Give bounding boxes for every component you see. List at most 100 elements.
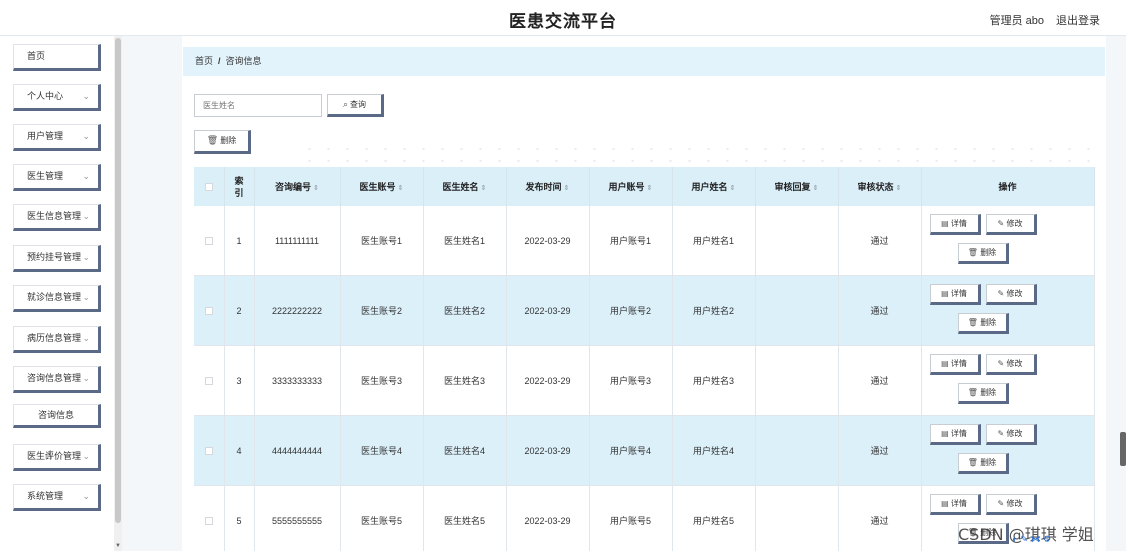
delete-button-label: 删除 xyxy=(980,248,997,257)
logout-link[interactable]: 退出登录 xyxy=(1056,12,1100,28)
document-icon: ▤ xyxy=(941,359,951,368)
column-header-1[interactable]: 咨询编号 ⇕ xyxy=(254,167,341,206)
delete-button[interactable]: 🗑 删除 xyxy=(957,243,1009,264)
row-checkbox[interactable] xyxy=(204,447,213,456)
sort-icon[interactable]: ⇕ xyxy=(730,185,736,192)
cell-reply xyxy=(755,206,839,276)
edit-button[interactable]: ✎ 修改 xyxy=(985,354,1037,375)
column-header-5[interactable]: 用户账号 ⇕ xyxy=(589,167,673,206)
chevron-down-icon: ⌄ xyxy=(82,211,90,221)
cell-status: 通过 xyxy=(838,415,922,486)
sidebar-item-3[interactable]: 医生管理 ⌄ xyxy=(13,164,101,191)
row-checkbox[interactable] xyxy=(204,307,213,316)
cell-user-name: 用户姓名3 xyxy=(672,345,756,416)
sort-icon[interactable]: ⇕ xyxy=(896,185,902,192)
column-header-7[interactable]: 审核回复 ⇕ xyxy=(755,167,839,206)
chevron-down-icon: ⌄ xyxy=(82,171,90,181)
delete-button[interactable]: 🗑 删除 xyxy=(957,383,1009,404)
breadcrumb-home[interactable]: 首页 xyxy=(195,56,213,66)
delete-button-label: 删除 xyxy=(980,318,997,327)
edit-button[interactable]: ✎ 修改 xyxy=(985,214,1037,235)
sort-icon[interactable]: ⇕ xyxy=(313,185,319,192)
chevron-down-icon: ⌄ xyxy=(82,491,90,501)
edit-button-label: 修改 xyxy=(1006,429,1023,438)
table-body: 1 1111111111 医生账号1 医生姓名1 2022-03-29 用户账号1 用户姓名… xyxy=(194,206,1095,551)
sidebar-item-9[interactable]: 咨询信息 xyxy=(13,404,101,428)
edit-button-label: 修改 xyxy=(1006,499,1023,508)
breadcrumb: 首页 / 咨询信息 xyxy=(183,47,1105,76)
column-header-8[interactable]: 审核状态 ⇕ xyxy=(838,167,922,206)
sidebar-item-11[interactable]: 系统管理 ⌄ xyxy=(13,484,101,511)
sidebar-item-0[interactable]: 首页 xyxy=(13,44,101,71)
detail-button[interactable]: ▤ 详情 xyxy=(929,424,981,445)
sidebar-item-5[interactable]: 预约挂号管理 ⌄ xyxy=(13,245,101,272)
document-icon: ▤ xyxy=(941,499,951,508)
detail-button[interactable]: ▤ 详情 xyxy=(929,214,981,235)
right-edge-handle[interactable] xyxy=(1120,432,1126,466)
detail-button-label: 详情 xyxy=(950,499,967,508)
trash-icon: 🗑 xyxy=(967,458,981,467)
sort-icon[interactable]: ⇕ xyxy=(398,185,404,192)
column-header-3[interactable]: 医生姓名 ⇕ xyxy=(423,167,507,206)
cell-doctor-account: 医生账号1 xyxy=(340,206,424,276)
scroll-down-arrow-icon[interactable]: ▼ xyxy=(115,543,121,549)
sidebar-item-10[interactable]: 医生评价管理 ⌄ xyxy=(13,444,101,471)
row-checkbox[interactable] xyxy=(204,517,213,526)
sidebar-item-4[interactable]: 医生信息管理 ⌄ xyxy=(13,204,101,231)
search-button[interactable]: ⌕ 查询 xyxy=(327,94,384,117)
delete-button[interactable]: 🗑 删除 xyxy=(957,313,1009,334)
sidebar-item-label: 就诊信息管理 xyxy=(27,292,82,302)
sidebar-item-label: 系统管理 xyxy=(27,491,64,501)
cell-time: 2022-03-29 xyxy=(506,275,590,346)
sidebar-item-7[interactable]: 病历信息管理 ⌄ xyxy=(13,326,101,353)
row-actions: ▤ 详情 ✎ 修改 🗑 删除 xyxy=(922,416,1094,485)
column-header-2[interactable]: 医生账号 ⇕ xyxy=(340,167,424,206)
detail-button-label: 详情 xyxy=(950,219,967,228)
column-header-0: 索引 xyxy=(224,167,255,206)
select-all-checkbox[interactable] xyxy=(204,183,213,192)
cell-id: 5555555555 xyxy=(254,485,341,551)
row-checkbox[interactable] xyxy=(204,377,213,386)
delete-button[interactable]: 🗑 删除 xyxy=(957,453,1009,474)
sort-icon[interactable]: ⇕ xyxy=(481,185,487,192)
detail-button[interactable]: ▤ 详情 xyxy=(929,354,981,375)
delete-button-label: 删除 xyxy=(980,388,997,397)
sidebar-scrollbar[interactable]: ▼ xyxy=(114,36,122,551)
sort-icon[interactable]: ⇕ xyxy=(647,185,653,192)
cell-user-account: 用户账号1 xyxy=(589,206,673,276)
row-checkbox[interactable] xyxy=(204,237,213,246)
cell-user-name: 用户姓名2 xyxy=(672,275,756,346)
column-header-label: 医生姓名 xyxy=(442,182,479,192)
sidebar-item-label: 病历信息管理 xyxy=(27,333,82,343)
sidebar-item-2[interactable]: 用户管理 ⌄ xyxy=(13,124,101,151)
column-header-6[interactable]: 用户姓名 ⇕ xyxy=(672,167,756,206)
detail-button-label: 详情 xyxy=(950,429,967,438)
detail-button[interactable]: ▤ 详情 xyxy=(929,494,981,515)
sort-icon[interactable]: ⇕ xyxy=(564,185,570,192)
cell-time: 2022-03-29 xyxy=(506,206,590,276)
table-row: 1 1111111111 医生账号1 医生姓名1 2022-03-29 用户账号1 用户姓名… xyxy=(194,206,1095,276)
sidebar-item-label: 咨询信息 xyxy=(37,410,74,420)
bulk-delete-button[interactable]: 🗑 删除 xyxy=(194,130,251,154)
sidebar-item-6[interactable]: 就诊信息管理 ⌄ xyxy=(13,285,101,312)
column-header-label: 索引 xyxy=(234,175,244,198)
sort-icon[interactable]: ⇕ xyxy=(813,185,819,192)
column-header-4[interactable]: 发布时间 ⇕ xyxy=(506,167,590,206)
edit-button[interactable]: ✎ 修改 xyxy=(985,284,1037,305)
current-user: 管理员 abo xyxy=(989,15,1044,27)
edit-button[interactable]: ✎ 修改 xyxy=(985,494,1037,515)
sidebar-item-1[interactable]: 个人中心 ⌄ xyxy=(13,84,101,111)
edit-button-label: 修改 xyxy=(1006,219,1023,228)
sidebar-item-8[interactable]: 咨询信息管理 ⌄ xyxy=(13,366,101,393)
chevron-down-icon: ⌄ xyxy=(82,91,90,101)
detail-button[interactable]: ▤ 详情 xyxy=(929,284,981,305)
table-row: 3 3333333333 医生账号3 医生姓名3 2022-03-29 用户账号3 用户姓名… xyxy=(194,345,1095,416)
cell-user-account: 用户账号5 xyxy=(589,485,673,551)
sidebar-item-label: 个人中心 xyxy=(27,91,64,101)
trash-icon: 🗑 xyxy=(967,248,981,257)
edit-button[interactable]: ✎ 修改 xyxy=(985,424,1037,445)
sidebar-scroll-thumb[interactable] xyxy=(115,38,121,523)
doctor-name-search-input[interactable] xyxy=(194,94,322,117)
chevron-down-icon: ⌄ xyxy=(82,451,90,461)
column-header-label: 发布时间 xyxy=(525,182,562,192)
